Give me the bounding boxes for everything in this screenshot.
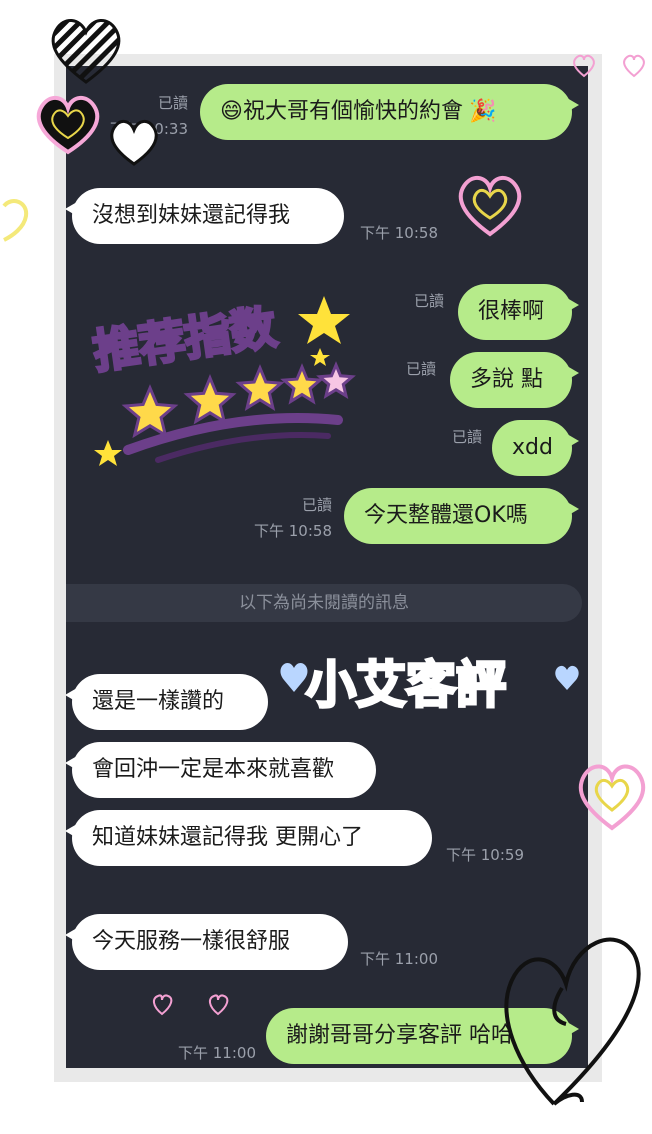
message-text: 會回沖一定是本來就喜歡 — [92, 757, 335, 782]
neon-heart-icon — [578, 764, 646, 831]
message-text: 沒想到妹妹還記得我 — [92, 203, 291, 228]
sparkle-star-icon — [94, 440, 122, 466]
rating-sticker-art: 推荐指数 — [89, 296, 356, 466]
review-sticker: 小艾客評 — [270, 640, 590, 730]
timestamp: 下午 11:00 — [178, 1044, 256, 1062]
message-text: 還是一樣讚的 — [92, 689, 225, 714]
rating-title: 推荐指数 — [90, 300, 280, 379]
message-text: 今天整體還OK嗎 — [364, 503, 528, 528]
review-title: 小艾客評 — [306, 656, 506, 714]
sparkle-star-icon — [298, 296, 350, 344]
rating-star-icon — [183, 374, 237, 425]
message-bubble-outgoing[interactable]: 😄祝大哥有個愉快的約會 🎉 — [200, 84, 579, 140]
sparkle-star-icon — [310, 348, 330, 366]
neon-heart-icon — [458, 176, 522, 237]
message-bubble-outgoing[interactable]: 很棒啊 — [458, 284, 579, 340]
timestamp: 下午 10:58 — [360, 224, 438, 242]
rating-star-icon — [121, 384, 179, 439]
rating-star-icon — [235, 364, 285, 411]
message-text: 謝謝哥哥分享客評 哈哈 — [286, 1023, 513, 1048]
yellow-heart-icon — [2, 199, 29, 242]
timestamp: 下午 10:58 — [254, 522, 332, 540]
message-bubble-outgoing[interactable]: xdd — [492, 420, 579, 476]
message-bubble-incoming[interactable]: 還是一樣讚的 — [66, 674, 268, 730]
white-heart-icon — [110, 120, 158, 166]
review-sticker-art: 小艾客評 — [280, 655, 579, 716]
read-receipt: 已讀 — [301, 496, 332, 514]
rating-star-icon — [316, 361, 356, 399]
outline-heart-icon — [504, 937, 641, 1106]
message-text: 很棒啊 — [478, 299, 545, 324]
message-text: xdd — [512, 435, 553, 460]
timestamp: 下午 11:00 — [360, 950, 438, 968]
rating-sticker: 推荐指数 — [88, 290, 358, 470]
read-receipt: 已讀 — [451, 428, 482, 446]
heart-icon — [280, 663, 308, 692]
message-bubble-incoming[interactable]: 知道妹妹還記得我 更開心了 — [66, 810, 432, 866]
rating-star-icon — [280, 363, 324, 405]
timestamp: 下午 10:59 — [446, 846, 524, 864]
message-text: 多說 點 — [470, 367, 543, 392]
unread-divider: 以下為尚未閱讀的訊息 — [66, 584, 582, 622]
message-text: 今天服務一樣很舒服 — [92, 929, 291, 954]
small-hearts-icon — [152, 994, 229, 1016]
party-popper-icon: 🎉 — [468, 99, 497, 124]
glowing-heart-icon — [36, 96, 100, 155]
message-bubble-outgoing[interactable]: 多說 點 — [450, 352, 579, 408]
read-receipt: 已讀 — [157, 94, 188, 112]
message-bubble-incoming[interactable]: 沒想到妹妹還記得我 — [66, 188, 344, 244]
smile-emoji-icon: 😄 — [220, 99, 243, 124]
message-bubble-outgoing[interactable]: 今天整體還OK嗎 — [344, 488, 579, 544]
message-bubble-incoming[interactable]: 會回沖一定是本來就喜歡 — [66, 742, 376, 798]
read-receipt: 已讀 — [413, 292, 444, 310]
message-text: 知道妹妹還記得我 更開心了 — [92, 825, 363, 850]
pink-hearts-icon — [573, 54, 645, 78]
read-receipt: 已讀 — [405, 360, 436, 378]
heart-icon — [555, 665, 579, 690]
message-bubble-incoming[interactable]: 今天服務一樣很舒服 — [66, 914, 348, 970]
message-text: 祝大哥有個愉快的約會 — [242, 99, 463, 124]
striped-heart-icon — [51, 19, 121, 84]
